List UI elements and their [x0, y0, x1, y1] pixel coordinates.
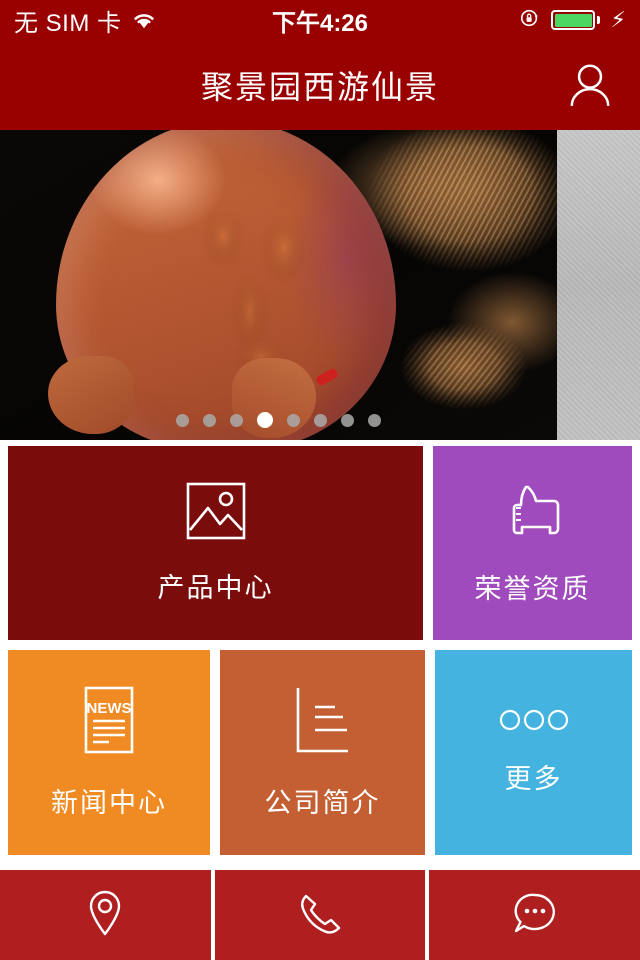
- tile-news-center[interactable]: NEWS 新闻中心: [8, 650, 210, 855]
- image-picture-icon: [186, 482, 246, 540]
- tile-label: 新闻中心: [51, 788, 167, 818]
- tile-product-center[interactable]: 产品中心: [8, 446, 423, 640]
- menu-grid: 产品中心 荣誉资质 NEWS 新闻中心 公司简介 更多: [0, 446, 640, 855]
- phone-handset-icon: [298, 891, 342, 940]
- carousel-dot[interactable]: [314, 413, 327, 427]
- carousel-dot[interactable]: [176, 413, 189, 427]
- menu-grid-row-2: NEWS 新闻中心 公司简介 更多: [0, 650, 640, 855]
- carrier-label: 无 SIM 卡: [14, 9, 122, 37]
- page-title: 聚景园西游仙景: [200, 69, 439, 105]
- call-phone[interactable]: [214, 870, 426, 960]
- tile-honors-qualifications[interactable]: 荣誉资质: [433, 446, 632, 640]
- svg-text:NEWS: NEWS: [87, 700, 132, 717]
- chat-bubble-icon: [512, 891, 558, 940]
- carving-relief-detail: [166, 180, 356, 380]
- user-avatar-icon[interactable]: [560, 56, 620, 114]
- app-header: 聚景园西游仙景: [0, 40, 640, 130]
- document-lines-icon: [293, 685, 353, 755]
- thumbs-up-icon: [502, 481, 564, 541]
- tile-label: 更多: [504, 764, 563, 794]
- bottom-action-bar: [0, 870, 640, 960]
- battery-icon: [551, 10, 600, 30]
- status-bar-left: 无 SIM 卡: [14, 3, 157, 38]
- carousel-dot[interactable]: [230, 413, 243, 427]
- menu-grid-row-1: 产品中心 荣誉资质: [0, 446, 640, 640]
- carousel-dot[interactable]: [368, 413, 381, 427]
- carousel-dot[interactable]: [341, 413, 354, 427]
- three-circles-more-icon: [499, 709, 569, 731]
- tile-more[interactable]: 更多: [435, 650, 632, 855]
- banner-carousel[interactable]: [0, 130, 640, 440]
- news-paper-icon: NEWS: [83, 685, 135, 755]
- wifi-icon: [131, 10, 157, 30]
- map-location[interactable]: [0, 870, 211, 960]
- rotation-lock-icon: [519, 7, 541, 34]
- tile-label: 公司简介: [264, 788, 381, 818]
- app-root: 无 SIM 卡 下午4:26 ⚡ 聚景园西游仙景 产品中心 荣誉资质 NEWS …: [0, 0, 640, 960]
- status-bar-right: ⚡: [519, 7, 626, 34]
- tile-label: 产品中心: [157, 572, 274, 603]
- tile-company-profile[interactable]: 公司简介: [220, 650, 425, 855]
- carousel-dot[interactable]: [287, 413, 300, 427]
- location-pin-icon: [88, 890, 122, 941]
- message-chat[interactable]: [429, 870, 640, 960]
- lightning-bolt-icon: ⚡: [610, 7, 626, 32]
- wood-texture-bottom: [389, 306, 539, 426]
- carousel-dot[interactable]: [203, 413, 216, 427]
- banner-slide-current[interactable]: [0, 130, 557, 440]
- banner-slide-next[interactable]: [557, 130, 640, 440]
- carousel-dot-active[interactable]: [257, 412, 273, 428]
- carousel-dots[interactable]: [0, 412, 557, 428]
- tile-label: 荣誉资质: [474, 573, 591, 604]
- status-bar: 无 SIM 卡 下午4:26 ⚡: [0, 0, 640, 40]
